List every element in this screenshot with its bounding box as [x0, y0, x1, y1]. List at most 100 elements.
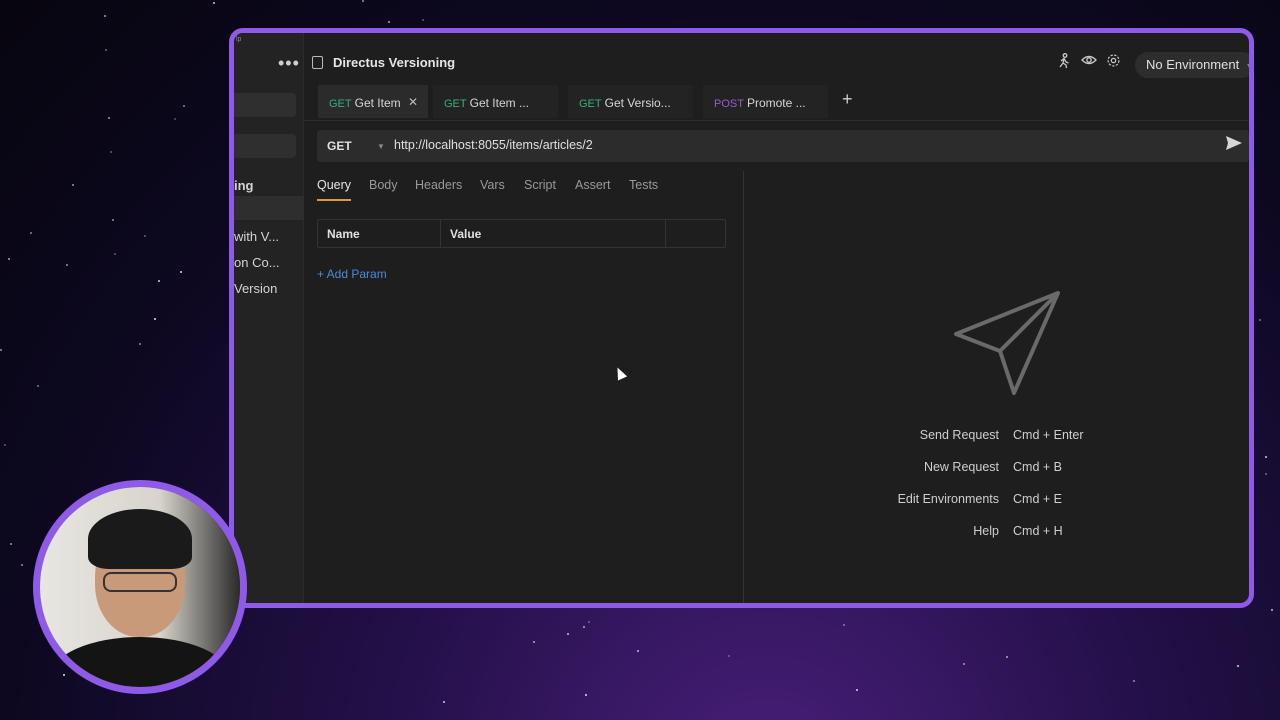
- star: [585, 694, 587, 696]
- sidebar-search-bar[interactable]: [234, 93, 296, 117]
- shortcut-label: Help: [973, 524, 999, 538]
- star: [37, 385, 39, 387]
- star: [728, 655, 730, 657]
- tab-method: POST: [714, 98, 744, 110]
- tab-body[interactable]: Body: [369, 178, 398, 192]
- star: [1265, 456, 1267, 458]
- presenter-glasses: [103, 572, 177, 592]
- star: [1006, 656, 1008, 658]
- tab-headers[interactable]: Headers: [415, 178, 462, 192]
- add-param-button[interactable]: + Add Param: [317, 267, 387, 281]
- star: [180, 271, 182, 273]
- more-icon[interactable]: •••: [278, 53, 300, 74]
- presenter-hair: [88, 509, 192, 569]
- tab-vars[interactable]: Vars: [480, 178, 505, 192]
- sidebar-tiny-text: lp: [236, 36, 242, 43]
- star: [158, 280, 160, 282]
- star: [1271, 609, 1273, 611]
- tab-method: GET: [444, 98, 467, 110]
- query-params-table: Name Value: [317, 219, 726, 248]
- sidebar-item[interactable]: on Co...: [234, 255, 280, 270]
- environment-select[interactable]: No Environment ▼: [1135, 52, 1254, 78]
- send-icon[interactable]: [1225, 135, 1243, 156]
- tab-script[interactable]: Script: [524, 178, 556, 192]
- shortcut-keys: Cmd + E: [1013, 492, 1062, 506]
- tab-label: Get Item ...: [469, 96, 529, 110]
- star: [0, 349, 2, 351]
- star: [843, 624, 845, 626]
- send-request-placeholder-icon: [954, 291, 1060, 395]
- tab-label: Get Item: [354, 96, 401, 110]
- star: [174, 118, 176, 120]
- shortcut-label: Send Request: [919, 428, 999, 442]
- star: [183, 105, 185, 107]
- star: [1133, 680, 1135, 682]
- star: [4, 444, 6, 446]
- pane-divider[interactable]: [743, 171, 744, 603]
- star: [112, 219, 114, 221]
- shortcut-keys: Cmd + B: [1013, 460, 1062, 474]
- sidebar-item[interactable]: Version: [234, 281, 277, 296]
- tab-method: GET: [579, 98, 602, 110]
- star: [104, 15, 106, 17]
- tab-query[interactable]: Query: [317, 178, 352, 201]
- sidebar-filter-bar[interactable]: [234, 134, 296, 158]
- star: [443, 701, 445, 703]
- url-input[interactable]: http://localhost:8055/items/articles/2: [394, 138, 593, 152]
- request-tab[interactable]: GET Get Item ✕: [318, 85, 428, 118]
- star: [66, 264, 68, 266]
- shortcut-label: New Request: [923, 460, 999, 474]
- star: [1259, 319, 1261, 321]
- new-tab-icon[interactable]: +: [842, 89, 853, 110]
- sidebar-collection-title[interactable]: ing: [234, 178, 254, 193]
- star: [533, 641, 535, 643]
- request-tab[interactable]: GET Get Versio...: [568, 85, 693, 118]
- runner-icon[interactable]: [1057, 53, 1071, 73]
- star: [8, 258, 10, 260]
- tab-label: Get Versio...: [604, 96, 671, 110]
- request-tab[interactable]: POST Promote ...: [703, 85, 828, 118]
- sidebar-active-row[interactable]: [234, 196, 304, 220]
- sidebar: lp ••• ing with V... on Co... Version: [234, 33, 304, 603]
- close-icon[interactable]: ✕: [408, 95, 418, 109]
- star: [1265, 473, 1267, 475]
- gear-icon[interactable]: [1106, 53, 1121, 72]
- star: [72, 184, 74, 186]
- star: [422, 19, 424, 21]
- url-bar: GET ▼ http://localhost:8055/items/articl…: [317, 130, 1249, 162]
- star: [1237, 665, 1239, 667]
- star: [21, 564, 23, 566]
- method-select[interactable]: GET: [327, 139, 352, 153]
- chevron-down-icon[interactable]: ▼: [377, 142, 385, 151]
- title-bar: Directus Versioning No Environment ▼: [304, 33, 1249, 78]
- request-tab[interactable]: GET Get Item ...: [433, 85, 558, 118]
- star: [110, 151, 112, 153]
- star: [108, 117, 110, 119]
- star: [388, 21, 390, 23]
- collection-name: Directus Versioning: [333, 55, 456, 70]
- eye-icon[interactable]: [1081, 53, 1097, 71]
- star: [30, 232, 32, 234]
- tab-tests[interactable]: Tests: [629, 178, 658, 192]
- shortcut-keys: Cmd + Enter: [1013, 428, 1084, 442]
- shortcut-label: Edit Environments: [897, 492, 999, 506]
- tab-assert[interactable]: Assert: [575, 178, 610, 192]
- chevron-down-icon: ▼: [1245, 61, 1254, 71]
- shortcut-keys: Cmd + H: [1013, 524, 1063, 538]
- sidebar-item[interactable]: with V...: [234, 229, 279, 244]
- star: [362, 0, 364, 2]
- star: [567, 633, 569, 635]
- tab-label: Promote ...: [746, 96, 806, 110]
- main-panel: Directus Versioning No Environment ▼ GET G…: [304, 33, 1249, 603]
- column-header-actions: [665, 220, 725, 247]
- star: [856, 689, 858, 691]
- presenter-webcam: [33, 480, 247, 694]
- app-window: lp ••• ing with V... on Co... Version Di…: [229, 28, 1254, 608]
- star: [144, 235, 146, 237]
- request-tabs-bar: GET Get Item ✕ GET Get Item ... GET Get Ver…: [304, 85, 1249, 121]
- star: [105, 49, 107, 51]
- column-header-name: Name: [327, 227, 360, 241]
- tab-method: GET: [329, 98, 352, 110]
- star: [139, 343, 141, 345]
- star: [963, 663, 965, 665]
